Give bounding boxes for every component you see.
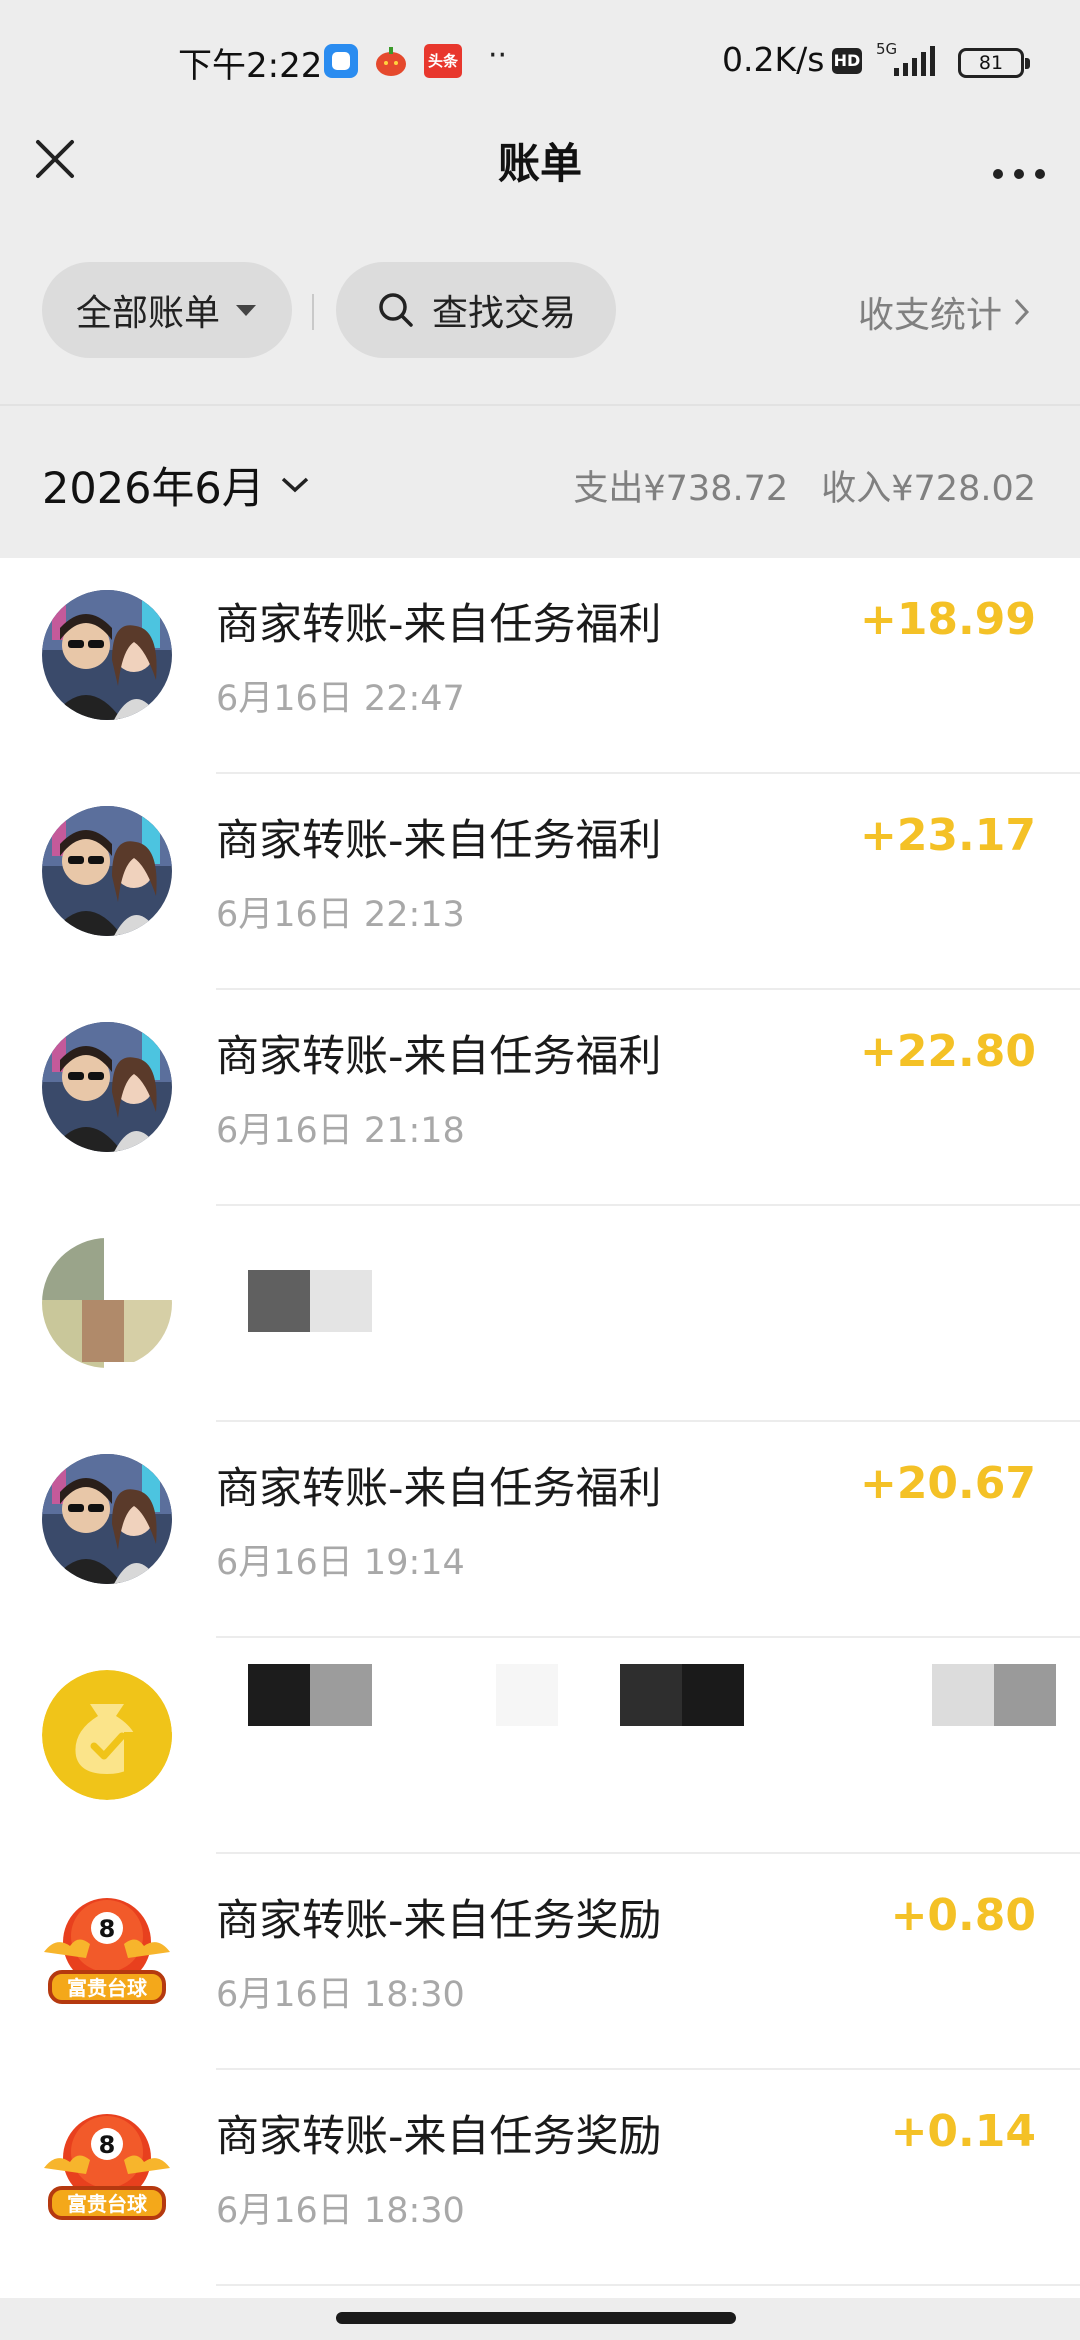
redacted-block [310,1664,372,1726]
billiards-avatar: 8 富贵台球 [42,1886,172,2016]
close-button[interactable] [26,130,86,190]
hd-badge: HD [832,48,862,74]
game-characters-avatar [42,590,172,720]
transaction-row[interactable]: 商家转账-来自任务福利 6月16日 22:13 +23.17 [0,774,1080,990]
svg-text:8: 8 [99,2131,116,2159]
search-icon [379,293,413,327]
transaction-amount: +0.80 [890,1890,1036,1941]
transaction-time: 6月16日 18:30 [216,1975,465,2015]
caret-down-icon [236,304,257,316]
transaction-amount: +20.67 [859,1458,1036,1509]
transaction-amount: +0.14 [890,2106,1036,2157]
toutiao-app-icon: 头条 [424,44,462,78]
chevron-right-icon [1014,298,1030,326]
row-divider [216,2284,1080,2286]
network-speed: 0.2K/s [722,40,825,79]
income-expense-stats-link[interactable]: 收支统计 [858,286,1032,338]
redacted-block [496,1664,558,1726]
more-icon [993,169,1045,179]
status-time: 下午2:22 [178,46,323,86]
app-notification-icon [324,44,358,78]
transaction-row[interactable] [0,1638,1080,1854]
billiards-avatar: 8 富贵台球 [42,2102,172,2232]
transaction-row[interactable]: 商家转账-来自任务福利 6月16日 21:18 +22.80 [0,990,1080,1206]
month-label: 2026年6月 [42,464,265,514]
game-characters-avatar [42,1022,172,1152]
filter-divider [312,294,314,330]
status-bar: 下午2:22 头条 ·· 0.2K/s HD 5G 81 [0,0,1080,120]
transaction-name: 商家转账-来自任务奖励 [216,2112,662,2162]
transaction-row[interactable]: 商家转账-来自任务福利 6月16日 19:14 +20.67 [0,1422,1080,1638]
income-total: 收入¥728.02 [821,469,1036,509]
svg-text:富贵台球: 富贵台球 [67,2192,148,2216]
transaction-name: 商家转账-来自任务福利 [216,1464,662,1514]
redacted-block [248,1664,310,1726]
transaction-time: 6月16日 18:30 [216,2191,465,2231]
page-title: 账单 [497,139,582,188]
redacted-block [310,1270,372,1332]
search-label: 查找交易 [432,293,577,334]
all-bills-label: 全部账单 [76,293,221,334]
svg-text:富贵台球: 富贵台球 [67,1976,148,2000]
transaction-row[interactable]: 8 富贵台球 商家转账-来自任务奖励 6月16日 18:30 +0.80 [0,1854,1080,2070]
transaction-name: 商家转账-来自任务福利 [216,600,662,650]
expense-total: 支出¥738.72 [573,469,789,509]
transaction-name: 商家转账-来自任务福利 [216,816,662,866]
month-summary: 支出¥738.72 收入¥728.02 [551,460,1036,511]
transaction-time: 6月16日 22:47 [216,679,465,719]
month-selector[interactable]: 2026年6月 [42,454,311,516]
redacted-block [994,1664,1056,1726]
game-characters-avatar [42,806,172,936]
fruit-app-icon [374,44,408,78]
header: 账单 [0,110,1080,210]
more-button[interactable] [984,130,1054,190]
all-bills-dropdown[interactable]: 全部账单 [42,262,292,358]
transaction-row[interactable]: 8 富贵台球 商家转账-来自任务奖励 6月16日 18:30 +0.14 [0,2070,1080,2286]
pixelated-avatar [42,1238,172,1368]
transaction-name: 商家转账-来自任务奖励 [216,1896,662,1946]
redacted-block [682,1664,744,1726]
search-transactions-button[interactable]: 查找交易 [336,262,616,358]
transaction-time: 6月16日 22:13 [216,895,465,935]
close-icon [36,140,74,178]
stats-label: 收支统计 [857,295,1002,336]
transaction-time: 6月16日 19:14 [216,1543,465,1583]
money-bag-avatar [42,1670,172,1800]
chevron-down-icon [281,477,308,493]
transaction-row[interactable] [0,1206,1080,1422]
game-characters-avatar [42,1454,172,1584]
transaction-amount: +22.80 [859,1026,1036,1077]
bill-page: 下午2:22 头条 ·· 0.2K/s HD 5G 81 账单 全部账单 查找交… [0,0,1080,2340]
redacted-block [932,1664,994,1726]
filter-bar: 全部账单 查找交易 收支统计 [0,262,1080,362]
transaction-amount: +18.99 [859,594,1036,645]
svg-text:5G: 5G [876,40,897,58]
transaction-name: 商家转账-来自任务福利 [216,1032,662,1082]
redacted-block [620,1664,682,1726]
transaction-row[interactable]: 商家转账-来自任务福利 6月16日 22:47 +18.99 [0,558,1080,774]
redacted-block [248,1270,310,1332]
battery-icon: 81 [958,48,1030,78]
transaction-amount: +23.17 [859,810,1036,861]
month-bar: 2026年6月 支出¥738.72 收入¥728.02 [0,406,1080,558]
more-notifications-icon: ·· [488,38,508,73]
signal-icon: 5G [874,40,940,80]
svg-text:8: 8 [99,1915,116,1943]
home-indicator[interactable] [336,2312,736,2324]
transaction-list: 商家转账-来自任务福利 6月16日 22:47 +18.99 商家转账-来自任务… [0,558,1080,2298]
transaction-time: 6月16日 21:18 [216,1111,465,1151]
